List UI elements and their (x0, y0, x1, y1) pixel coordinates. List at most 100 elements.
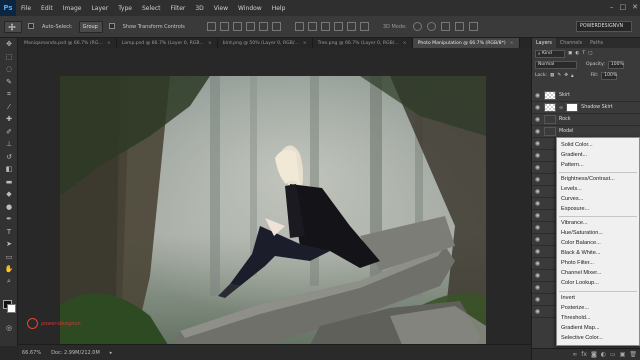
menu-item-vibrance[interactable]: Vibrance... (561, 220, 588, 226)
tab-paths[interactable]: Paths (586, 38, 607, 48)
fill-input[interactable]: 100% (601, 71, 618, 80)
show-transform-checkbox[interactable] (108, 22, 117, 31)
minimize-button[interactable]: – (610, 3, 614, 11)
maximize-button[interactable]: □ (620, 3, 627, 11)
3d-rotate-icon[interactable] (412, 22, 422, 31)
eyedropper-tool-icon[interactable]: ⁄ (0, 101, 18, 114)
menu-3d[interactable]: 3D (190, 5, 208, 12)
layer-style-icon[interactable]: fx (581, 351, 587, 358)
lock-all-icon[interactable]: 🔒︎ (571, 73, 573, 79)
lock-brush-icon[interactable]: ✎ (557, 73, 561, 78)
link-layers-icon[interactable]: ∞ (572, 351, 577, 358)
menu-item-pattern[interactable]: Pattern... (561, 162, 584, 168)
eye-icon[interactable]: ◉ (534, 128, 541, 135)
align-left-icon[interactable] (245, 22, 255, 31)
history-brush-tool-icon[interactable]: ↺ (0, 151, 18, 164)
eye-icon[interactable]: ◉ (534, 152, 541, 159)
dodge-tool-icon[interactable]: ● (0, 201, 18, 214)
gradient-tool-icon[interactable]: ▬ (0, 176, 18, 189)
menu-item-solid-color[interactable]: Solid Color... (561, 142, 593, 148)
eye-icon[interactable]: ◉ (534, 164, 541, 171)
filter-adjust-icon[interactable]: ◐ (575, 51, 579, 56)
menu-help[interactable]: Help (267, 5, 291, 12)
distribute-top-icon[interactable] (294, 22, 304, 31)
menu-filter[interactable]: Filter (166, 5, 191, 12)
new-group-icon[interactable]: ▭ (610, 351, 616, 358)
eye-icon[interactable]: ◉ (534, 236, 541, 243)
distribute-center-icon[interactable] (346, 22, 356, 31)
workspace-select[interactable]: POWERDESIGNVN (576, 21, 632, 32)
doc-tab[interactable]: Lamp.psd @ 66.7% (Layer 0, RGB... × (117, 38, 218, 48)
layer-row[interactable]: ◉ Rock (532, 114, 640, 126)
menu-item-photo-filter[interactable]: Photo Filter... (561, 260, 594, 266)
eraser-tool-icon[interactable]: ◧ (0, 163, 18, 176)
menu-item-color-lookup[interactable]: Color Lookup... (561, 280, 599, 286)
canvas-area[interactable]: power-designvn (19, 48, 531, 360)
3d-slide-icon[interactable] (454, 22, 464, 31)
move-tool-icon[interactable]: ✥ (0, 38, 18, 51)
zoom-level[interactable]: 66.67% (22, 350, 41, 356)
filter-shape-icon[interactable]: ▢ (588, 51, 592, 56)
menu-window[interactable]: Window (233, 5, 267, 12)
menu-item-black-white[interactable]: Black & White... (561, 250, 600, 256)
close-icon[interactable]: × (303, 41, 307, 46)
menu-item-brightness-contrast[interactable]: Brightness/Contrast... (561, 176, 615, 182)
eye-icon[interactable]: ◉ (534, 104, 541, 111)
doc-size[interactable]: Doc: 2.99M/212.0M (51, 350, 100, 356)
trash-icon[interactable]: 🗑︎ (629, 351, 637, 358)
background-color[interactable] (7, 304, 16, 313)
menu-item-gradient[interactable]: Gradient... (561, 152, 587, 158)
align-center-icon[interactable] (258, 22, 268, 31)
status-arrow-icon[interactable]: ▸ (110, 350, 113, 356)
healing-tool-icon[interactable]: ✚ (0, 113, 18, 126)
menu-item-invert[interactable]: Invert (561, 295, 575, 301)
menu-item-channel-mixer[interactable]: Channel Mixer... (561, 270, 601, 276)
clone-stamp-tool-icon[interactable]: ⊥ (0, 138, 18, 151)
layer-row[interactable]: ◉ Skirt (532, 90, 640, 102)
kind-filter-select[interactable]: ⌕ Kind (535, 49, 565, 58)
align-bottom-icon[interactable] (232, 22, 242, 31)
menu-item-color-balance[interactable]: Color Balance... (561, 240, 601, 246)
type-tool-icon[interactable]: T (0, 226, 18, 239)
auto-select-checkbox[interactable] (28, 22, 36, 31)
lock-pixels-icon[interactable]: ▦ (550, 73, 554, 78)
doc-tab[interactable]: Maniqamanda.psd @ 66.7% (RG... × (19, 38, 117, 48)
menu-item-posterize[interactable]: Posterize... (561, 305, 589, 311)
eye-icon[interactable]: ◉ (534, 296, 541, 303)
eye-icon[interactable]: ◉ (534, 116, 541, 123)
quick-mask-icon[interactable]: ◎ (0, 322, 18, 335)
align-middle-icon[interactable] (219, 22, 229, 31)
3d-scale-icon[interactable] (468, 22, 478, 31)
shape-tool-icon[interactable]: ▭ (0, 251, 18, 264)
pen-tool-icon[interactable]: ✒ (0, 213, 18, 226)
close-icon[interactable]: × (107, 41, 111, 46)
color-swatches[interactable] (3, 300, 17, 314)
menu-item-curves[interactable]: Curves... (561, 196, 583, 202)
menu-item-hue-saturation[interactable]: Hue/Saturation... (561, 230, 603, 236)
menu-select[interactable]: Select (137, 5, 166, 12)
menu-item-levels[interactable]: Levels... (561, 186, 582, 192)
menu-file[interactable]: File (16, 5, 36, 12)
document-canvas-image[interactable] (60, 76, 486, 360)
menu-item-exposure[interactable]: Exposure... (561, 206, 589, 212)
menu-edit[interactable]: Edit (36, 5, 58, 12)
eye-icon[interactable]: ◉ (534, 140, 541, 147)
distribute-right-icon[interactable] (359, 22, 369, 31)
eye-icon[interactable]: ◉ (534, 92, 541, 99)
menu-item-threshold[interactable]: Threshold... (561, 315, 591, 321)
chain-link-icon[interactable]: ∞ (559, 105, 563, 111)
eye-icon[interactable]: ◉ (534, 248, 541, 255)
add-mask-icon[interactable]: ◙ (591, 351, 597, 358)
menu-item-selective-color[interactable]: Selective Color... (561, 335, 603, 341)
menu-view[interactable]: View (209, 5, 233, 12)
marquee-tool-icon[interactable]: ⬚ (0, 51, 18, 64)
menu-layer[interactable]: Layer (86, 5, 113, 12)
close-icon[interactable]: × (403, 41, 407, 46)
tab-channels[interactable]: Channels (556, 38, 586, 48)
menu-image[interactable]: Image (58, 5, 87, 12)
layer-mask-thumbnail[interactable] (566, 103, 579, 112)
menu-type[interactable]: Type (113, 5, 137, 12)
path-select-tool-icon[interactable]: ➤ (0, 238, 18, 251)
hand-tool-icon[interactable]: ✋ (0, 263, 18, 276)
distribute-middle-icon[interactable] (307, 22, 317, 31)
